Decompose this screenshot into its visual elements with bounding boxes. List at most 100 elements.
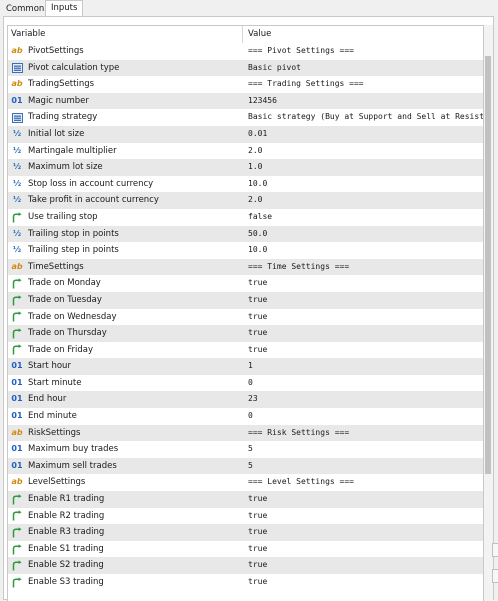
parameter-name: LevelSettings: [28, 477, 86, 488]
boolean-type-icon: [11, 524, 23, 541]
parameter-value[interactable]: === Pivot Settings ===: [248, 43, 354, 60]
boolean-type-icon: [11, 209, 23, 226]
parameter-row[interactable]: Use trailing stop false: [8, 209, 483, 226]
parameter-value[interactable]: 2.0: [248, 192, 262, 209]
parameter-value[interactable]: 5: [248, 441, 253, 458]
parameter-row[interactable]: 01 Start minute 0: [8, 375, 483, 392]
parameter-row[interactable]: ½ Martingale multiplier 2.0: [8, 143, 483, 160]
parameter-value[interactable]: true: [248, 574, 267, 591]
parameter-value[interactable]: 0.01: [248, 126, 267, 143]
double-type-icon: ½: [12, 145, 22, 155]
parameter-row[interactable]: 01 Maximum buy trades 5: [8, 441, 483, 458]
parameter-row[interactable]: ab TradingSettings === Trading Settings ==…: [8, 76, 483, 93]
parameter-value[interactable]: true: [248, 491, 267, 508]
parameter-name: Maximum lot size: [28, 162, 103, 173]
parameter-name: End minute: [28, 411, 77, 422]
parameter-value[interactable]: 50.0: [248, 226, 267, 243]
boolean-type-icon: [11, 275, 23, 292]
parameter-value[interactable]: true: [248, 325, 267, 342]
parameter-name: Trade on Tuesday: [28, 294, 102, 305]
parameter-value[interactable]: 10.0: [248, 242, 267, 259]
parameter-row[interactable]: ab RiskSettings === Risk Settings ===: [8, 424, 483, 442]
side-button-bottom[interactable]: [492, 569, 498, 583]
parameter-row[interactable]: 01 Maximum sell trades 5: [8, 457, 483, 475]
parameter-row[interactable]: ½ Take profit in account currency 2.0: [8, 192, 483, 209]
parameter-value[interactable]: true: [248, 524, 267, 541]
parameter-row[interactable]: ab LevelSettings === Level Settings ===: [8, 474, 483, 491]
integer-type-icon: 01: [11, 361, 23, 371]
parameter-value[interactable]: 1.0: [248, 159, 262, 176]
parameter-row[interactable]: 01 End hour 23: [8, 391, 483, 409]
parameter-row[interactable]: Trade on Thursday true: [8, 325, 483, 342]
parameter-value[interactable]: 0: [248, 408, 253, 425]
parameter-name: Enable S1 trading: [28, 543, 104, 554]
parameter-row[interactable]: Enable S2 trading true: [8, 557, 483, 574]
parameter-row[interactable]: Trading strategy Basic strategy (Buy at S…: [8, 109, 483, 126]
tab-bar: Common Inputs: [0, 0, 498, 17]
parameter-name: Trailing step in points: [28, 245, 119, 256]
parameter-value[interactable]: true: [248, 292, 267, 309]
parameter-value[interactable]: === Risk Settings ===: [248, 425, 349, 442]
parameter-row[interactable]: Enable R1 trading true: [8, 491, 483, 508]
parameter-name: Trade on Friday: [28, 344, 94, 355]
column-header-value[interactable]: Value: [248, 26, 271, 43]
double-type-icon: ½: [12, 228, 22, 238]
parameter-name: Start hour: [28, 361, 71, 372]
parameter-value[interactable]: 1: [248, 358, 253, 375]
parameter-name: Enable R2 trading: [28, 510, 105, 521]
parameter-row[interactable]: 01 End minute 0: [8, 408, 483, 425]
parameter-value[interactable]: true: [248, 508, 267, 525]
parameter-row[interactable]: Enable R3 trading true: [8, 524, 483, 541]
parameter-row[interactable]: Pivot calculation type Basic pivot: [8, 59, 483, 77]
parameter-value[interactable]: true: [248, 541, 267, 558]
parameter-name: Trade on Thursday: [28, 328, 107, 339]
parameter-value[interactable]: 10.0: [248, 176, 267, 193]
parameter-value[interactable]: === Time Settings ===: [248, 259, 349, 276]
parameter-row[interactable]: Enable R2 trading true: [8, 508, 483, 525]
parameter-value[interactable]: true: [248, 557, 267, 574]
column-separator[interactable]: [242, 26, 243, 43]
parameter-name: Maximum buy trades: [28, 444, 119, 455]
parameter-row[interactable]: ½ Initial lot size 0.01: [8, 125, 483, 143]
boolean-type-icon: [11, 491, 23, 508]
column-header-variable[interactable]: Variable: [11, 26, 45, 43]
parameter-row[interactable]: Trade on Friday true: [8, 342, 483, 359]
parameter-row[interactable]: ab PivotSettings === Pivot Settings ===: [8, 43, 483, 60]
integer-type-icon: 01: [11, 394, 23, 404]
parameter-value[interactable]: Basic strategy (Buy at Support and Sell …: [248, 109, 483, 126]
parameter-value[interactable]: 123456: [248, 93, 277, 110]
parameter-row[interactable]: ½ Maximum lot size 1.0: [8, 159, 483, 176]
parameter-value[interactable]: 5: [248, 458, 253, 475]
parameter-row[interactable]: Enable S3 trading true: [8, 574, 483, 591]
parameter-row[interactable]: Trade on Wednesday true: [8, 309, 483, 326]
parameter-value[interactable]: true: [248, 342, 267, 359]
parameter-value[interactable]: true: [248, 275, 267, 292]
parameter-name: Trading strategy: [28, 112, 98, 123]
enum-type-icon: [11, 60, 23, 77]
parameter-value[interactable]: true: [248, 309, 267, 326]
parameter-value[interactable]: === Level Settings ===: [248, 474, 354, 491]
parameter-row[interactable]: 01 Start hour 1: [8, 358, 483, 375]
tab-common[interactable]: Common: [0, 1, 50, 16]
parameter-row[interactable]: ½ Trailing stop in points 50.0: [8, 225, 483, 243]
parameter-name: Take profit in account currency: [28, 195, 159, 206]
parameter-value[interactable]: 0: [248, 375, 253, 392]
parameter-row[interactable]: ab TimeSettings === Time Settings ===: [8, 258, 483, 276]
parameter-name: Use trailing stop: [28, 211, 98, 222]
vertical-scrollbar[interactable]: [484, 25, 493, 601]
parameter-value[interactable]: false: [248, 209, 272, 226]
scrollbar-thumb[interactable]: [485, 56, 491, 474]
side-button-top[interactable]: [492, 543, 498, 557]
parameter-value[interactable]: Basic pivot: [248, 60, 301, 77]
parameter-value[interactable]: 23: [248, 391, 258, 408]
tab-inputs[interactable]: Inputs: [45, 0, 84, 17]
parameter-row[interactable]: Trade on Monday true: [8, 275, 483, 292]
parameter-value[interactable]: === Trading Settings ===: [248, 76, 364, 93]
integer-type-icon: 01: [11, 460, 23, 470]
parameter-row[interactable]: ½ Stop loss in account currency 10.0: [8, 176, 483, 193]
parameter-row[interactable]: Enable S1 trading true: [8, 541, 483, 558]
parameter-row[interactable]: Trade on Tuesday true: [8, 291, 483, 309]
parameter-value[interactable]: 2.0: [248, 143, 262, 160]
parameter-row[interactable]: 01 Magic number 123456: [8, 92, 483, 110]
parameter-row[interactable]: ½ Trailing step in points 10.0: [8, 242, 483, 259]
